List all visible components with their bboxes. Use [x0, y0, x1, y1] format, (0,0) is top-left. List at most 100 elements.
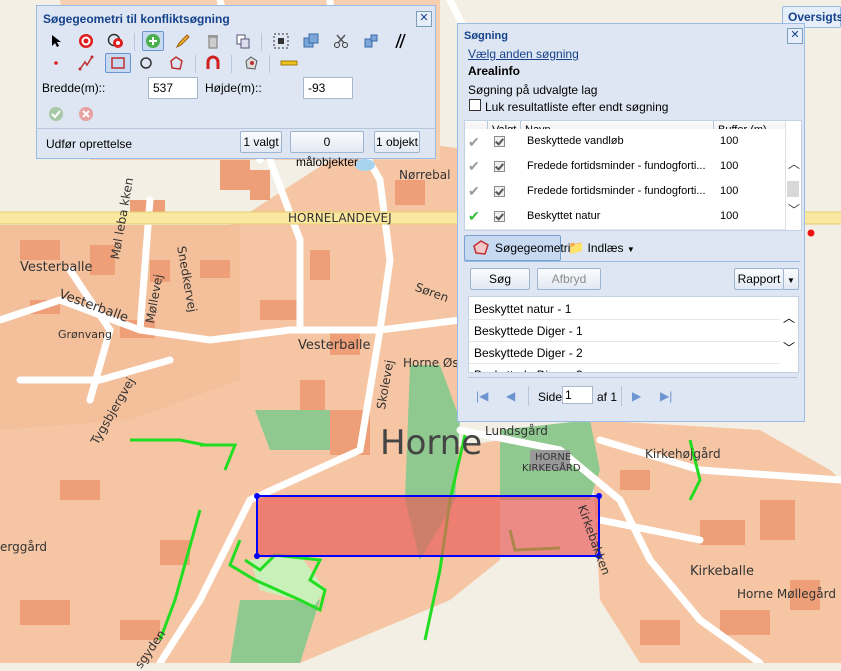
pointer-tool-icon[interactable]	[45, 31, 67, 51]
geometry-window-close-button[interactable]: ✕	[416, 11, 432, 27]
add-geometry-icon[interactable]	[142, 31, 164, 51]
last-page-icon[interactable]: ▶|	[660, 389, 672, 403]
polygon-tool-icon[interactable]	[165, 53, 187, 73]
map-label-kirkeballe: Kirkeballe	[690, 564, 754, 579]
layer-grid: Valgt Navn Buffer (m) ✔ Beskyttede vandl…	[464, 120, 802, 231]
choose-other-search-link[interactable]: Vælg anden søgning	[468, 47, 579, 61]
layer-buffer: 100	[720, 160, 739, 172]
multi-target-tool-icon[interactable]	[105, 31, 127, 51]
result-item[interactable]: Beskyttede Diger - 2	[469, 342, 780, 364]
map-label-gronvang: Grønvang	[58, 328, 112, 341]
pager-bar: |◀ ◀ Side 1 af 1 ▶ ▶|	[468, 377, 797, 416]
parallel-lines-icon[interactable]	[389, 31, 411, 51]
search-button[interactable]: Søg	[470, 268, 530, 290]
status-bar: Udfør oprettelse 1 valgt 0 målobjekter 1…	[37, 128, 435, 169]
map-label-erggard: erggård	[0, 540, 48, 554]
next-page-icon[interactable]: ▶	[632, 389, 641, 403]
object-count-button[interactable]: 1 objekt	[374, 131, 420, 153]
layer-name: Fredede fortidsminder - fundogforti...	[527, 160, 706, 172]
search-panel-close-button[interactable]: ✕	[787, 28, 803, 44]
map-label-lundsgard: Lundsgård	[485, 424, 548, 438]
select-grid-icon[interactable]	[270, 31, 292, 51]
prev-page-icon[interactable]: ◀	[506, 389, 515, 403]
valgt-checkbox[interactable]	[494, 186, 505, 197]
layer-row[interactable]: ✔ Beskyttet natur 100	[465, 204, 785, 230]
grid-scrollbar[interactable]: ︿ ﹀	[785, 121, 801, 230]
layer-buffer: 100	[720, 135, 739, 147]
buffer-polygon-icon[interactable]	[240, 53, 262, 73]
tab-search-geometry[interactable]: Søgegeometri	[464, 235, 570, 261]
layer-buffer: 100	[720, 185, 739, 197]
close-results-label: Luk resultatliste efter endt søgning	[485, 100, 669, 114]
search-panel: Søgning ✕ Vælg anden søgning Arealinfo S…	[457, 23, 805, 422]
map-label-kirkehojgard: Kirkehøjgård	[645, 447, 721, 461]
scroll-up-icon[interactable]: ︿	[788, 155, 800, 172]
results-scrollbar[interactable]: ︿ ﹀	[780, 297, 798, 372]
rectangle-tool-icon[interactable]	[105, 53, 131, 73]
close-results-checkbox[interactable]	[469, 99, 481, 111]
abort-button[interactable]: Afbryd	[537, 268, 601, 290]
layer-row[interactable]: ✔ Fredede fortidsminder - fundogforti...…	[465, 154, 785, 180]
scroll-up-icon[interactable]: ︿	[783, 309, 795, 326]
point-tool-icon[interactable]	[45, 53, 67, 73]
target-tool-icon[interactable]	[75, 31, 97, 51]
copy-geometry-icon[interactable]	[232, 31, 254, 51]
polygon-tab-icon	[473, 240, 489, 255]
result-item[interactable]: Beskyttet natur - 1	[469, 298, 780, 320]
layer-buffer: 100	[720, 210, 739, 222]
selection-rectangle	[256, 495, 600, 557]
tab-search-geometry-label: Søgegeometri	[495, 241, 571, 255]
status-check-icon: ✔	[468, 158, 480, 174]
map-label-vesterballe: Vesterballe	[298, 338, 371, 353]
scroll-down-icon[interactable]: ﹀	[783, 339, 795, 356]
valgt-checkbox[interactable]	[494, 161, 505, 172]
edit-pencil-icon[interactable]	[172, 31, 194, 51]
line-tool-icon[interactable]	[75, 53, 97, 73]
tab-bar: Søgegeometri 📁 Indlæs ▼	[464, 235, 800, 262]
confirm-icon[interactable]	[45, 104, 67, 124]
geometry-window-title: Søgegeometri til konfliktsøgning	[43, 12, 230, 26]
delete-bin-icon[interactable]	[202, 31, 224, 51]
status-check-icon: ✔	[468, 208, 480, 224]
map-label-hornelandevej: HORNELANDEVEJ	[288, 211, 392, 225]
results-list: Beskyttet natur - 1 Beskyttede Diger - 1…	[468, 296, 799, 373]
status-text: Udfør oprettelse	[46, 137, 133, 151]
scroll-thumb[interactable]	[787, 181, 799, 197]
map-label-horne: Horne	[380, 423, 483, 463]
height-input[interactable]: -93	[303, 77, 353, 99]
union-icon[interactable]	[300, 31, 322, 51]
first-page-icon[interactable]: |◀	[476, 389, 488, 403]
search-subtitle: Søgning på udvalgte lag	[468, 83, 598, 97]
tab-load[interactable]: 📁 Indlæs ▼	[568, 235, 635, 261]
map-label-norrebal: Nørrebal	[399, 168, 451, 182]
cut-scissors-icon[interactable]	[330, 31, 352, 51]
map-label-kirkegard: KIRKEGÅRD	[522, 463, 581, 474]
result-item[interactable]: Beskyttede Diger - 1	[469, 320, 780, 342]
width-input[interactable]: 537	[148, 77, 198, 99]
report-menu-button[interactable]: ▼	[783, 268, 799, 290]
height-label: Højde(m)::	[205, 81, 262, 95]
cancel-icon[interactable]	[75, 104, 97, 124]
magnet-snap-icon[interactable]	[202, 53, 224, 73]
layer-row[interactable]: ✔ Beskyttede vandløb 100	[465, 129, 785, 155]
measure-ruler-icon[interactable]	[278, 53, 300, 73]
report-button[interactable]: Rapport	[734, 268, 784, 290]
chevron-down-icon: ▼	[626, 245, 635, 254]
result-item[interactable]: Beskyttede Diger - 3	[469, 364, 780, 372]
split-icon[interactable]	[360, 31, 382, 51]
page-number-input[interactable]: 1	[562, 386, 593, 404]
target-objects-button[interactable]: 0 målobjekter	[290, 131, 364, 169]
map-label-horne-os: Horne Øs	[403, 356, 459, 370]
valgt-checkbox[interactable]	[494, 136, 505, 147]
folder-icon: 📁	[568, 240, 585, 255]
tab-load-label: Indlæs	[587, 241, 624, 255]
layer-row[interactable]: ✔ Fredede fortidsminder - fundogforti...…	[465, 179, 785, 205]
circle-tool-icon[interactable]	[135, 53, 157, 73]
map-label-vesterballe: Vesterballe	[20, 260, 93, 275]
width-label: Bredde(m)::	[42, 81, 106, 95]
selected-count-button[interactable]: 1 valgt	[240, 131, 282, 153]
scroll-down-icon[interactable]: ﹀	[788, 201, 800, 218]
status-check-icon: ✔	[468, 134, 480, 150]
page-of-label: af 1	[597, 390, 618, 404]
valgt-checkbox[interactable]	[494, 211, 505, 222]
